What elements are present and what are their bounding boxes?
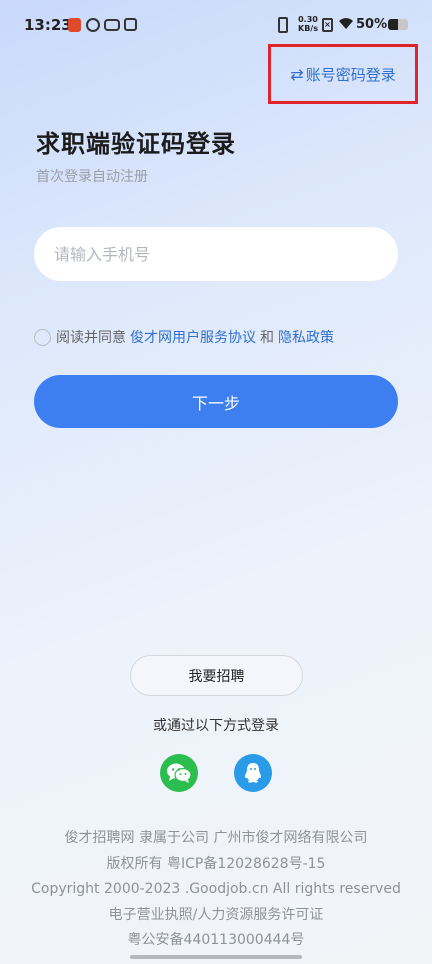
notification-app-icon (68, 18, 81, 32)
other-login-label: 或通过以下方式登录 (153, 718, 279, 734)
qq-login-button[interactable] (234, 754, 272, 792)
wechat-icon (167, 763, 192, 783)
notification-message-icon (104, 19, 120, 31)
status-time: 13:23 (24, 16, 72, 34)
no-sim-icon: × (322, 18, 333, 32)
wifi-icon (339, 18, 353, 29)
account-password-login-link[interactable]: ⇄ 账号密码登录 (268, 44, 418, 104)
battery-icon (388, 19, 408, 30)
network-speed-unit: KB/s (298, 24, 318, 33)
page-title: 求职端验证码登录 (36, 130, 236, 158)
notification-mail-icon (124, 18, 137, 31)
wechat-login-button[interactable] (160, 754, 198, 792)
agree-prefix: 阅读并同意 (56, 330, 126, 346)
page-subtitle: 首次登录自动注册 (36, 169, 148, 185)
footer: 俊才招聘网 隶属于公司 广州市俊才网络有限公司 版权所有 粤ICP备120286… (0, 826, 432, 954)
network-speed: 0.30 KB/s (298, 15, 318, 33)
vibrate-icon (278, 17, 288, 33)
agreement-checkbox[interactable] (34, 328, 51, 346)
agree-and: 和 (260, 330, 274, 346)
phone-input[interactable] (34, 227, 398, 281)
account-password-login-label: 账号密码登录 (305, 65, 396, 84)
footer-police-record[interactable]: 粤公安备440113000444号 (0, 928, 432, 954)
recruiter-button[interactable]: 我要招聘 (130, 655, 303, 696)
footer-icp[interactable]: 版权所有 粤ICP备12028628号-15 (0, 852, 432, 878)
next-step-button[interactable]: 下一步 (34, 375, 398, 428)
privacy-policy-link[interactable]: 隐私政策 (278, 327, 334, 347)
home-indicator[interactable] (130, 955, 302, 959)
battery-percent: 50% (356, 17, 388, 32)
notification-sync-icon (86, 18, 100, 32)
agreement-row: 阅读并同意 俊才网用户服务协议 和 隐私政策 (34, 327, 338, 347)
footer-license[interactable]: 电子营业执照/人力资源服务许可证 (0, 903, 432, 929)
footer-copyright: Copyright 2000-2023 .Goodjob.cn All righ… (31, 881, 401, 897)
swap-arrows-icon: ⇄ (290, 64, 304, 84)
footer-company: 俊才招聘网 隶属于公司 广州市俊才网络有限公司 (64, 830, 368, 846)
network-speed-value: 0.30 (298, 15, 318, 24)
qq-icon (245, 763, 261, 783)
user-agreement-link[interactable]: 俊才网用户服务协议 (130, 327, 256, 347)
